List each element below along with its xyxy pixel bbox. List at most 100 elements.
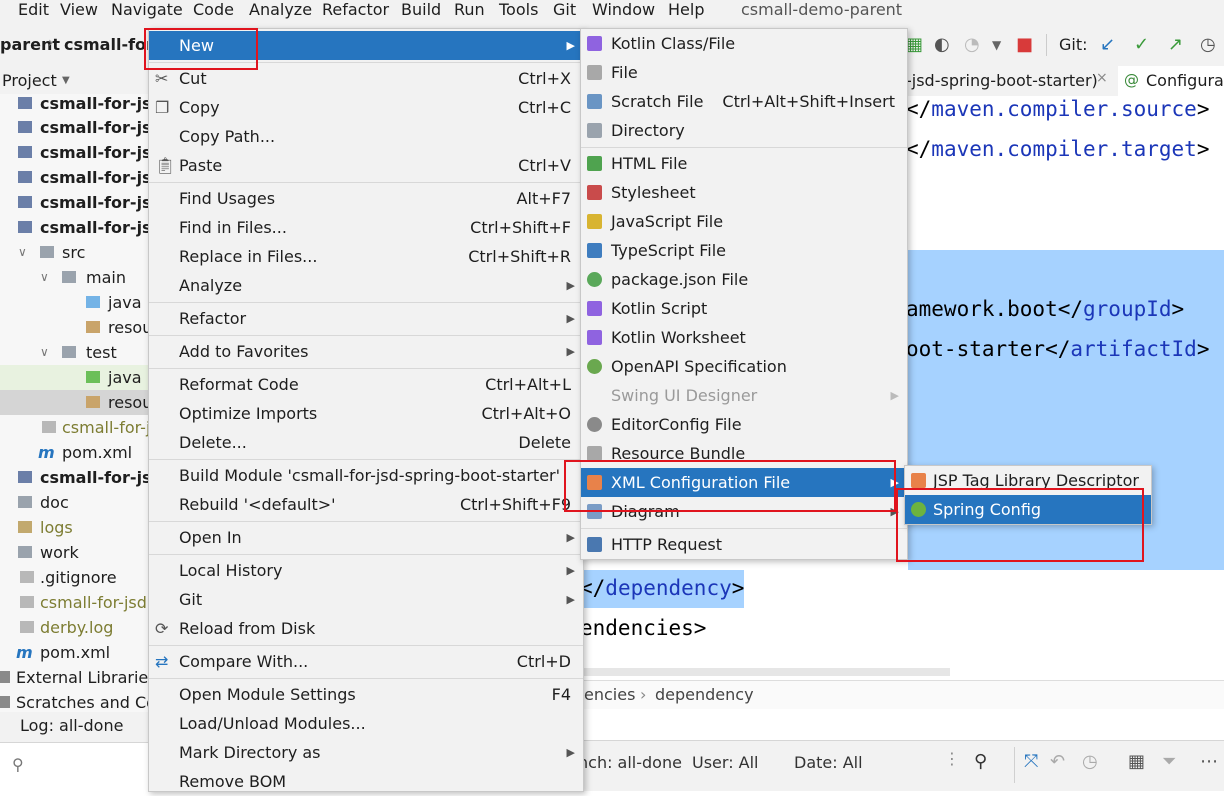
tab-configuration[interactable]: @ Configura bbox=[1118, 66, 1224, 96]
tree-row[interactable]: resou bbox=[0, 390, 150, 415]
menu-item-paste[interactable]: 📋︎ Paste Ctrl+V bbox=[149, 151, 583, 180]
menu-item-reformat-code[interactable]: Reformat Code Ctrl+Alt+L bbox=[149, 370, 583, 399]
menu-help[interactable]: Help bbox=[668, 0, 704, 20]
tree-row[interactable]: csmall-for-jsd bbox=[0, 140, 150, 165]
menu-item-remove-bom[interactable]: Remove BOM bbox=[149, 767, 583, 796]
funnel-icon[interactable]: ⏷ bbox=[1162, 751, 1176, 772]
tree-row[interactable]: m pom.xml bbox=[0, 640, 150, 665]
menu-item-refactor[interactable]: Refactor ▶ bbox=[149, 304, 583, 333]
menu-item-directory[interactable]: Directory bbox=[581, 116, 907, 145]
filter-menu-icon[interactable]: ⋮ bbox=[944, 749, 960, 768]
menu-window[interactable]: Window bbox=[592, 0, 655, 20]
menu-run[interactable]: Run bbox=[454, 0, 485, 20]
menu-navigate[interactable]: Navigate bbox=[111, 0, 183, 20]
menu-item-package-json[interactable]: package.json File bbox=[581, 265, 907, 294]
git-history-icon[interactable]: ◷ bbox=[1200, 34, 1216, 55]
tree-row[interactable]: csmall-for-jsd bbox=[0, 465, 150, 490]
menu-item-kotlin-class[interactable]: Kotlin Class/File bbox=[581, 29, 907, 58]
menu-item-optimize-imports[interactable]: Optimize Imports Ctrl+Alt+O bbox=[149, 399, 583, 428]
menu-edit[interactable]: Edit bbox=[18, 0, 49, 20]
menu-item-scratch-file[interactable]: Scratch File Ctrl+Alt+Shift+Insert bbox=[581, 87, 907, 116]
tab-starter-pom[interactable]: -jsd-spring-boot-starter) bbox=[906, 71, 1098, 90]
tree-row[interactable]: csmall-for-jsd. bbox=[0, 590, 150, 615]
horizontal-scrollbar[interactable] bbox=[580, 668, 950, 676]
dropdown-arrow-icon[interactable]: ▼ bbox=[992, 38, 1001, 52]
stop-icon[interactable]: ■ bbox=[1016, 34, 1033, 55]
menu-item-rebuild[interactable]: Rebuild '<default>' Ctrl+Shift+F9 bbox=[149, 490, 583, 519]
search-icon[interactable]: ⚲ bbox=[974, 751, 987, 772]
menu-item-javascript-file[interactable]: JavaScript File bbox=[581, 207, 907, 236]
tree-row[interactable]: csmall-for-j bbox=[0, 415, 150, 440]
menu-item-open-in[interactable]: Open In ▶ bbox=[149, 523, 583, 552]
tree-row[interactable]: External Libraries bbox=[0, 665, 150, 690]
breadcrumb-dependency[interactable]: dependency bbox=[655, 685, 754, 704]
menu-item-kotlin-worksheet[interactable]: Kotlin Worksheet bbox=[581, 323, 907, 352]
menu-item-swing-ui-designer[interactable]: Swing UI Designer ▶ bbox=[581, 381, 907, 410]
menu-item-copy[interactable]: ❐ Copy Ctrl+C bbox=[149, 93, 583, 122]
tree-row[interactable]: java bbox=[0, 290, 150, 315]
menu-refactor[interactable]: Refactor bbox=[322, 0, 389, 20]
options-icon[interactable]: ⋯ bbox=[1200, 751, 1218, 772]
menu-item-add-to-favorites[interactable]: Add to Favorites ▶ bbox=[149, 337, 583, 366]
tree-row[interactable]: ∨ src bbox=[0, 240, 150, 265]
menu-item-editorconfig[interactable]: EditorConfig File bbox=[581, 410, 907, 439]
menu-item-typescript-file[interactable]: TypeScript File bbox=[581, 236, 907, 265]
close-icon[interactable]: × bbox=[1096, 70, 1108, 86]
user-filter[interactable]: User: All bbox=[692, 753, 759, 772]
menu-item-openapi[interactable]: OpenAPI Specification bbox=[581, 352, 907, 381]
grid-icon[interactable]: ▦ bbox=[1128, 751, 1145, 772]
undo-icon[interactable]: ↶ bbox=[1050, 751, 1065, 772]
chevron-down-icon[interactable]: ▼ bbox=[62, 75, 70, 86]
menu-item-find-usages[interactable]: Find Usages Alt+F7 bbox=[149, 184, 583, 213]
menu-build[interactable]: Build bbox=[401, 0, 441, 20]
tree-row[interactable]: csmall-for-jsd bbox=[0, 165, 150, 190]
menu-item-delete[interactable]: Delete... Delete bbox=[149, 428, 583, 457]
tree-row[interactable]: ∨ test bbox=[0, 340, 150, 365]
breadcrumb-dependencies[interactable]: encies bbox=[584, 685, 635, 704]
menu-item-http-request[interactable]: HTTP Request bbox=[581, 530, 907, 559]
menu-item-replace-in-files[interactable]: Replace in Files... Ctrl+Shift+R bbox=[149, 242, 583, 271]
menu-analyze[interactable]: Analyze bbox=[249, 0, 312, 20]
tree-row[interactable]: ∨ main bbox=[0, 265, 150, 290]
coverage-icon[interactable]: ▦ bbox=[906, 34, 923, 55]
tree-row[interactable]: csmall-for-jsd bbox=[0, 91, 150, 116]
menu-item-copy-path[interactable]: Copy Path... bbox=[149, 122, 583, 151]
breadcrumb-module[interactable]: csmall-for bbox=[64, 35, 154, 54]
tree-row[interactable]: .gitignore bbox=[0, 565, 150, 590]
git-search-field[interactable]: ⚲ bbox=[0, 742, 150, 791]
tree-row[interactable]: logs bbox=[0, 515, 150, 540]
tree-row[interactable]: derby.log bbox=[0, 615, 150, 640]
chevron-down-icon[interactable]: ∨ bbox=[40, 265, 49, 290]
date-filter[interactable]: Date: All bbox=[794, 753, 863, 772]
menu-item-local-history[interactable]: Local History ▶ bbox=[149, 556, 583, 585]
tree-row[interactable]: csmall-for-jsd bbox=[0, 190, 150, 215]
tree-row[interactable]: work bbox=[0, 540, 150, 565]
menu-item-find-in-files[interactable]: Find in Files... Ctrl+Shift+F bbox=[149, 213, 583, 242]
project-view-selector[interactable]: Project bbox=[2, 71, 57, 90]
tree-row[interactable]: doc bbox=[0, 490, 150, 515]
tree-row[interactable]: resou bbox=[0, 315, 150, 340]
menu-item-git[interactable]: Git ▶ bbox=[149, 585, 583, 614]
tree-row[interactable]: java bbox=[0, 365, 150, 390]
history-icon[interactable]: ◷ bbox=[1082, 751, 1098, 772]
menu-git[interactable]: Git bbox=[553, 0, 576, 20]
menu-item-compare-with[interactable]: ⇄ Compare With... Ctrl+D bbox=[149, 647, 583, 676]
chevron-down-icon[interactable]: ∨ bbox=[18, 240, 27, 265]
git-update-icon[interactable]: ↙ bbox=[1100, 34, 1115, 55]
git-commit-icon[interactable]: ✓ bbox=[1134, 34, 1149, 55]
menu-item-open-module-settings[interactable]: Open Module Settings F4 bbox=[149, 680, 583, 709]
tab-git-log[interactable]: Log: all-done bbox=[20, 716, 123, 735]
profile-icon[interactable]: ◐ bbox=[934, 34, 950, 55]
git-push-icon[interactable]: ↗ bbox=[1168, 34, 1183, 55]
menu-item-build-module[interactable]: Build Module 'csmall-for-jsd-spring-boot… bbox=[149, 461, 583, 490]
menu-item-html-file[interactable]: HTML File bbox=[581, 149, 907, 178]
attach-icon[interactable]: ◔ bbox=[964, 34, 980, 55]
branch-filter[interactable]: nch: all-done bbox=[578, 753, 682, 772]
chevron-down-icon[interactable]: ∨ bbox=[40, 340, 49, 365]
menu-item-load-unload-modules[interactable]: Load/Unload Modules... bbox=[149, 709, 583, 738]
menu-item-file[interactable]: File bbox=[581, 58, 907, 87]
menu-item-stylesheet[interactable]: Stylesheet bbox=[581, 178, 907, 207]
menu-tools[interactable]: Tools bbox=[499, 0, 538, 20]
tree-row[interactable]: csmall-for-jsd bbox=[0, 215, 150, 240]
menu-code[interactable]: Code bbox=[193, 0, 234, 20]
